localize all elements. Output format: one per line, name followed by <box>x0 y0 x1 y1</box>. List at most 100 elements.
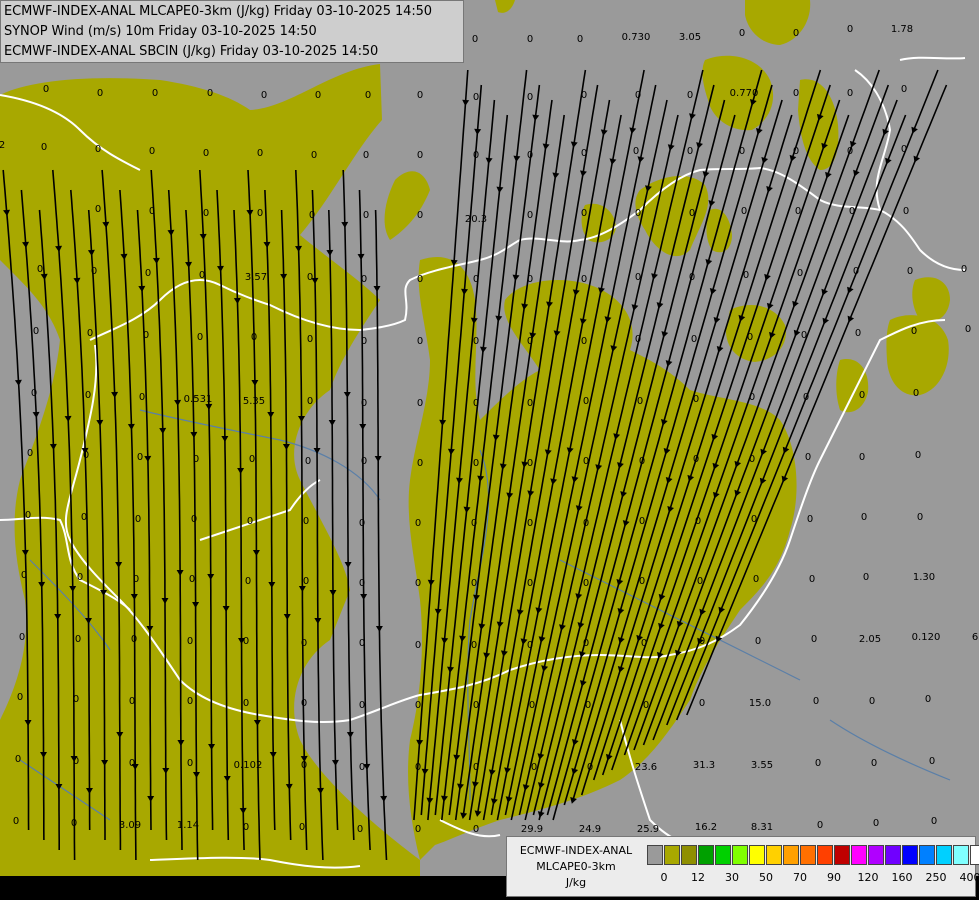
value-label: 0 <box>299 822 305 833</box>
legend-tick: 70 <box>793 871 807 884</box>
value-label: 0 <box>199 270 205 281</box>
value-label: 0 <box>693 454 699 465</box>
value-label: 0 <box>129 696 135 707</box>
value-label: 6 <box>972 632 978 643</box>
legend-swatch <box>647 845 663 865</box>
value-label: 0 <box>805 452 811 463</box>
value-label: 1.14 <box>177 820 199 831</box>
legend-swatch <box>851 845 867 865</box>
value-label: 0 <box>581 148 587 159</box>
value-label: 0 <box>473 92 479 103</box>
value-label: 0 <box>189 574 195 585</box>
value-label: 0 <box>639 516 645 527</box>
title-line-sbcin: ECMWF-INDEX-ANAL SBCIN (J/kg) Friday 03-… <box>4 44 379 59</box>
value-label: 0 <box>207 88 213 99</box>
value-label: 0 <box>527 92 533 103</box>
value-label: 0 <box>527 336 533 347</box>
value-label: 0 <box>581 90 587 101</box>
value-label: 0 <box>309 210 315 221</box>
value-label: 0 <box>915 450 921 461</box>
value-label: 0 <box>581 208 587 219</box>
legend-swatch <box>783 845 799 865</box>
value-label: 2.05 <box>859 634 881 645</box>
value-label: 0 <box>741 206 747 217</box>
value-label: 0.770 <box>730 88 759 99</box>
value-label: 0 <box>417 90 423 101</box>
value-label: 0 <box>129 758 135 769</box>
value-label: 0 <box>903 206 909 217</box>
value-label: 0.531 <box>184 394 213 405</box>
value-label: 0 <box>863 572 869 583</box>
value-label: 0 <box>15 754 21 765</box>
legend-swatch <box>664 845 680 865</box>
value-label: 0 <box>83 450 89 461</box>
value-label: 0 <box>471 578 477 589</box>
value-label: 0 <box>961 264 967 275</box>
value-label: 0 <box>243 822 249 833</box>
value-label: 0 <box>21 570 27 581</box>
legend-swatch <box>698 845 714 865</box>
value-label: 0 <box>361 456 367 467</box>
value-label: 0 <box>527 458 533 469</box>
value-label: 0 <box>249 454 255 465</box>
legend-swatch <box>732 845 748 865</box>
legend-swatch <box>715 845 731 865</box>
value-label: 0 <box>583 396 589 407</box>
value-label: 0 <box>13 816 19 827</box>
value-label: 0 <box>33 326 39 337</box>
value-label: 0 <box>361 398 367 409</box>
value-label: 0 <box>873 818 879 829</box>
value-label: 0 <box>695 516 701 527</box>
value-label: 0 <box>307 334 313 345</box>
value-label: 0 <box>149 206 155 217</box>
value-label: 0 <box>583 456 589 467</box>
value-label: 0.102 <box>234 760 263 771</box>
legend-line-source: ECMWF-INDEX-ANAL <box>519 844 633 857</box>
legend-ticks: 0 12 30 50 70 90 120 160 250 400 <box>647 871 979 887</box>
value-label: 0 <box>527 518 533 529</box>
value-label: 0 <box>357 824 363 835</box>
legend-tick: 50 <box>759 871 773 884</box>
title-line-cape: ECMWF-INDEX-ANAL MLCAPE0-3km (J/kg) Frid… <box>4 4 432 19</box>
value-label: 0 <box>245 576 251 587</box>
value-label: 0 <box>473 274 479 285</box>
value-label: 5.35 <box>243 396 265 407</box>
value-label: 0 <box>527 274 533 285</box>
value-label: 3.05 <box>679 32 701 43</box>
value-label: 0 <box>801 330 807 341</box>
value-label: 0 <box>847 88 853 99</box>
value-label: 0 <box>359 700 365 711</box>
value-label: 0 <box>133 574 139 585</box>
value-label: 0 <box>815 758 821 769</box>
value-label: 0 <box>311 150 317 161</box>
legend-line-parameter: MLCAPE0-3km <box>536 860 616 873</box>
value-label: 0 <box>583 578 589 589</box>
value-label: 24.9 <box>579 824 601 835</box>
value-label: 0 <box>473 150 479 161</box>
value-label: 0 <box>635 90 641 101</box>
value-label: 0 <box>751 514 757 525</box>
legend-swatch <box>919 845 935 865</box>
value-label: 0 <box>359 518 365 529</box>
color-legend: ECMWF-INDEX-ANAL MLCAPE0-3km J/kg 0 12 30 5… <box>506 836 979 897</box>
value-label: 0 <box>859 390 865 401</box>
value-label: 0 <box>73 694 79 705</box>
value-label: 0 <box>749 454 755 465</box>
value-label: 0 <box>529 700 535 711</box>
value-label: 0 <box>25 510 31 521</box>
value-label: 0 <box>689 272 695 283</box>
value-label: 3.57 <box>245 272 267 283</box>
legend-swatch <box>936 845 952 865</box>
value-label: 0 <box>137 452 143 463</box>
legend-line-unit: J/kg <box>565 876 587 889</box>
value-label: 0 <box>187 696 193 707</box>
value-label: 0 <box>243 698 249 709</box>
value-label: 0 <box>261 90 267 101</box>
value-label: 0 <box>315 90 321 101</box>
value-label: 0.730 <box>622 32 651 43</box>
legend-tick: 400 <box>959 871 979 884</box>
value-label: 0 <box>472 34 478 45</box>
value-label: 0 <box>97 88 103 99</box>
value-label: 0 <box>639 456 645 467</box>
value-label: 0 <box>577 34 583 45</box>
